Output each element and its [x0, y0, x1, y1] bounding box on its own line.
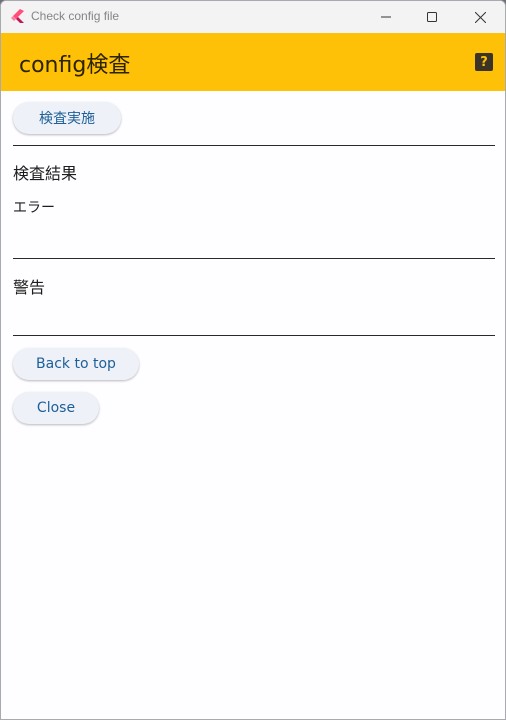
app-bar: config検査 ? [1, 33, 505, 91]
results-heading: 検査結果 [13, 164, 78, 183]
page-title: config検査 [19, 53, 131, 78]
flutter-logo-icon [11, 9, 24, 23]
back-to-top-button[interactable]: Back to top [13, 348, 139, 380]
title-bar[interactable]: Check config file [1, 1, 505, 33]
close-icon [474, 11, 486, 23]
divider [13, 258, 495, 259]
minimize-button[interactable] [363, 1, 409, 33]
warnings-label: 警告 [13, 278, 46, 297]
help-icon: ? [480, 54, 488, 70]
maximize-button[interactable] [409, 1, 455, 33]
window-title: Check config file [31, 9, 120, 23]
help-button[interactable]: ? [475, 53, 493, 71]
divider [13, 335, 495, 336]
run-check-button[interactable]: 検査実施 [13, 102, 121, 134]
close-button[interactable]: Close [13, 392, 99, 424]
app-window: Check config file config検査 ? 検査実施 検査結果 エ… [0, 0, 506, 720]
maximize-icon [427, 12, 437, 22]
back-to-top-label: Back to top [36, 356, 116, 372]
run-check-label: 検査実施 [39, 111, 95, 127]
errors-label: エラー [13, 200, 55, 216]
close-label: Close [36, 400, 76, 416]
minimize-icon [381, 16, 391, 18]
divider [13, 145, 495, 146]
close-window-button[interactable] [457, 1, 503, 33]
